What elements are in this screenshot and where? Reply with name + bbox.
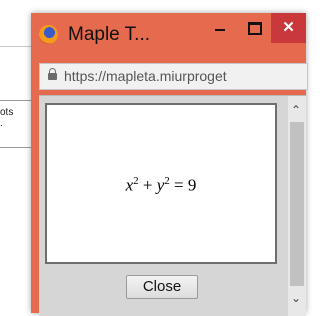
- math-display: x2 + y2 = 9: [45, 103, 277, 264]
- close-window-button[interactable]: ✕: [271, 13, 306, 43]
- popup-window: Maple T... ✕ https://mapleta.miurproget …: [31, 13, 308, 316]
- background-text: .: [0, 118, 3, 129]
- url-bar[interactable]: https://mapleta.miurproget: [39, 63, 308, 90]
- page-content: x2 + y2 = 9 Close ⌃ ⌄: [39, 95, 306, 316]
- background-text: ots: [0, 107, 14, 118]
- equals-nine: = 9: [169, 175, 197, 195]
- minimize-button[interactable]: [203, 13, 237, 43]
- close-button[interactable]: Close: [126, 275, 198, 299]
- maximize-button[interactable]: [237, 13, 271, 43]
- url-text: https://mapleta.miurproget: [64, 68, 227, 84]
- scroll-up-icon[interactable]: ⌃: [291, 104, 301, 116]
- lock-icon: [48, 68, 57, 80]
- plus-sign: +: [138, 175, 157, 195]
- equation: x2 + y2 = 9: [47, 175, 275, 196]
- background-page-panel: ots .: [0, 100, 35, 148]
- scrollbar[interactable]: ⌃ ⌄: [288, 96, 306, 316]
- firefox-icon: [39, 25, 58, 44]
- scroll-down-icon[interactable]: ⌄: [291, 292, 301, 304]
- window-title: Maple T...: [68, 24, 151, 45]
- scroll-thumb[interactable]: [290, 122, 304, 286]
- title-bar[interactable]: Maple T... ✕: [31, 13, 306, 58]
